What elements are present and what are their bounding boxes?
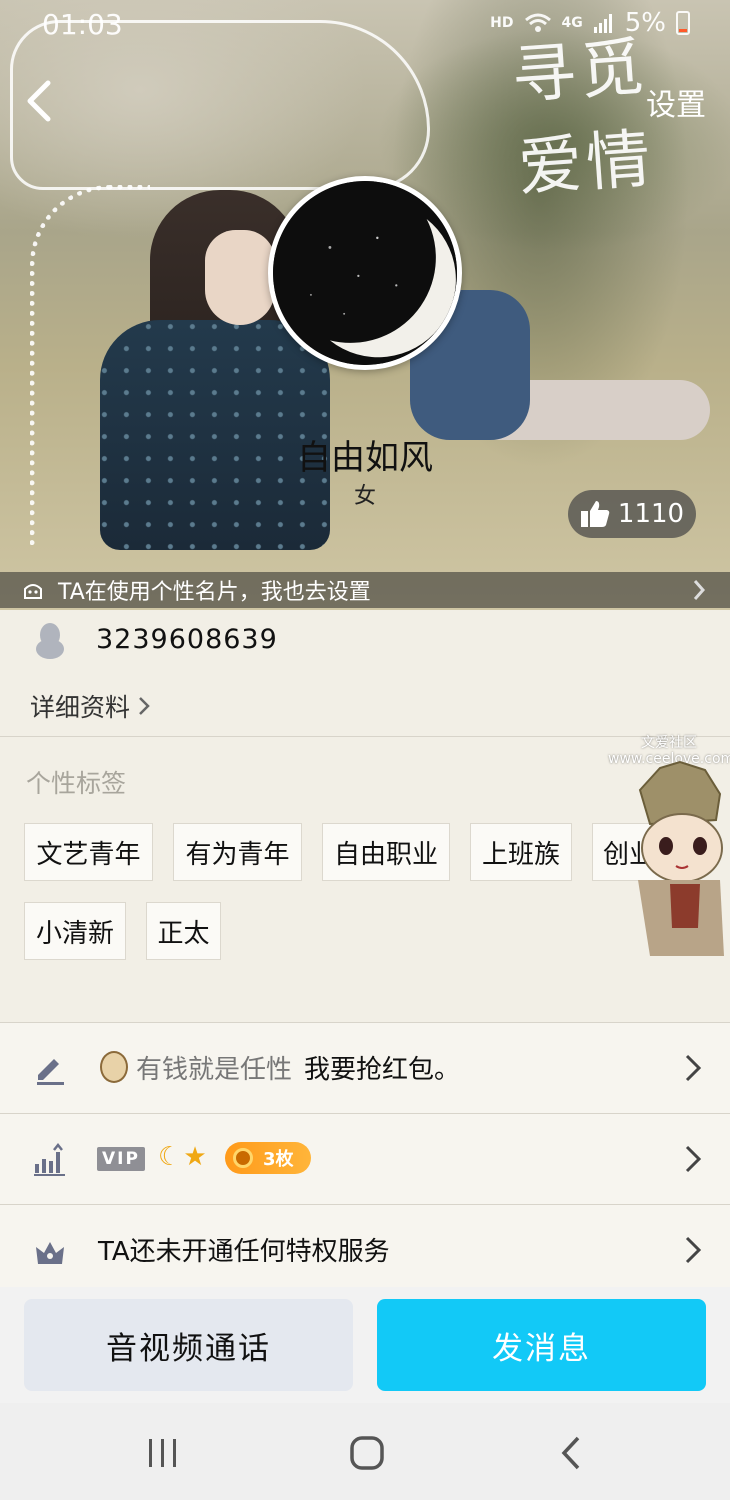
home-button[interactable] [342,1433,392,1473]
level-icons: ☾ ★ [158,1142,207,1172]
tag-chip[interactable]: 自由职业 [322,823,450,881]
home-icon [350,1436,384,1470]
cover-figure [205,230,275,325]
chevron-right-icon [685,1145,702,1173]
tag-chip[interactable]: 正太 [146,902,221,960]
thumbs-up-icon [580,501,610,527]
system-nav-bar [0,1403,730,1500]
penguin-icon [36,623,64,659]
watermark-title: 文爱社区 [641,735,697,751]
signature-label: 有钱就是任性 [136,1055,293,1085]
card-icon [24,584,42,599]
recent-apps-icon [149,1439,176,1467]
av-call-button[interactable]: 音视频通话 [24,1299,353,1391]
moon-icon: ☾ [158,1142,182,1172]
tag-chip[interactable]: 小清新 [24,902,126,960]
wifi-icon [524,13,551,32]
tag-chip[interactable]: 上班族 [470,823,572,881]
chevron-left-icon [27,80,51,122]
privilege-row[interactable]: TA还未开通任何特权服务 [0,1205,730,1295]
moon-image [273,181,457,365]
privilege-text: TA还未开通任何特权服务 [98,1237,390,1267]
tag-chip[interactable]: 有为青年 [173,823,302,881]
status-time: 01:03 [42,8,123,41]
signature-text: 我要抢红包。 [304,1055,461,1085]
back-icon [561,1436,580,1470]
chevron-right-icon [139,697,150,715]
battery-icon [676,11,690,35]
chevron-right-icon [685,1236,702,1264]
level-row[interactable]: VIP ☾ ★ 3枚 [0,1114,730,1204]
send-message-button[interactable]: 发消息 [377,1299,706,1391]
tag-chip[interactable]: 文艺青年 [24,823,153,881]
chevron-right-icon [693,580,706,600]
nickname: 自由如风 [297,438,433,478]
recent-apps-button[interactable] [138,1433,188,1473]
tags-title: 个性标签 [26,769,127,798]
back-button[interactable] [16,74,62,128]
chevron-right-icon [685,1054,702,1082]
qq-number: 3239608639 [96,624,278,655]
system-back-button[interactable] [546,1433,596,1473]
crown-icon [36,1242,64,1264]
profile-card-banner[interactable]: TA在使用个性名片，我也去设置 [0,572,730,608]
card-banner-text: TA在使用个性名片，我也去设置 [58,580,371,605]
settings-button[interactable]: 设置 [646,80,706,124]
network-indicator: 4G [561,15,583,31]
profile-cover: 寻觅爱情 01:03 HD 4G 5% 设置 自由如风 女 1110 TA在使用… [0,0,730,610]
detail-info-link[interactable]: 详细资料 [30,688,150,724]
coin-icon [233,1148,253,1168]
coin-badge: 3枚 [225,1142,311,1174]
signal-icon [593,14,612,33]
vip-badge: VIP [97,1147,145,1171]
like-count: 1110 [617,499,685,529]
status-bar: 01:03 HD 4G 5% [0,0,730,50]
qq-number-row: 3239608639 [0,612,730,670]
battery-percent: 5% [624,8,666,38]
pencil-icon [37,1059,64,1085]
detail-info-label: 详细资料 [30,693,131,722]
signature-row[interactable]: 有钱就是任性 我要抢红包。 [0,1023,730,1113]
emoji-icon [100,1051,128,1083]
level-chart-icon [34,1142,65,1176]
coin-count: 3枚 [263,1149,294,1170]
star-icon: ★ [183,1142,207,1172]
status-icons: HD 4G 5% [490,8,690,38]
mascot-sticker[interactable] [620,760,730,960]
hd-indicator: HD [490,15,514,31]
avatar[interactable] [268,176,462,370]
action-bar: 音视频通话 发消息 [0,1287,730,1403]
like-button[interactable]: 1110 [568,490,696,538]
